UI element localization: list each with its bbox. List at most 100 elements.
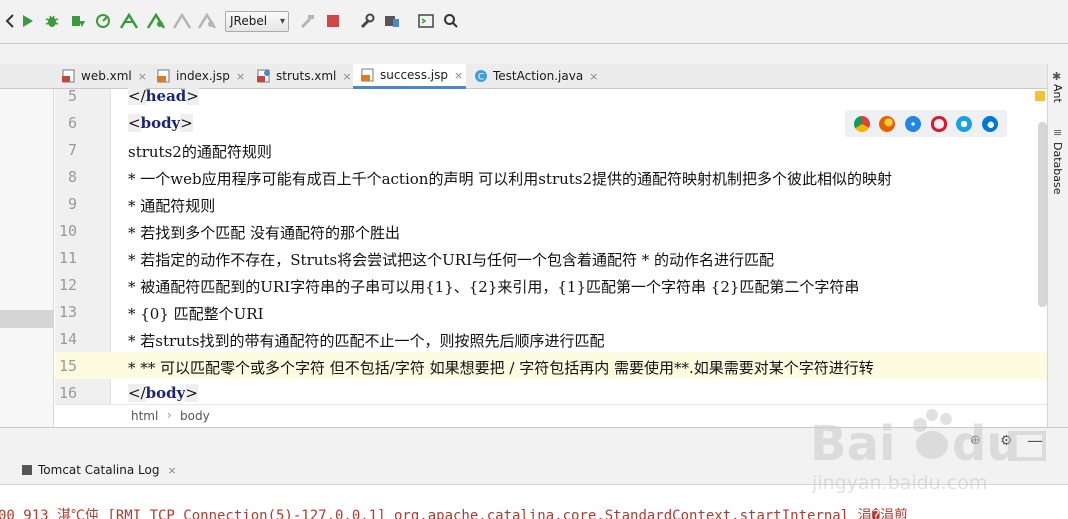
ant-icon: ✱ [1052, 70, 1062, 83]
tag-name: body [145, 384, 186, 402]
line-number: 10 [58, 222, 77, 240]
breadcrumb-item-html[interactable]: html [131, 409, 158, 423]
tag-bracket: > [185, 384, 198, 402]
coverage-icon[interactable] [68, 11, 88, 31]
line-number: 7 [67, 141, 77, 159]
tag-name: body [140, 114, 181, 132]
close-icon[interactable]: × [589, 70, 598, 83]
stop-icon[interactable] [323, 11, 343, 31]
line-number: 8 [67, 168, 77, 186]
vertical-scrollbar[interactable] [1038, 122, 1047, 307]
baidu-jingyan-watermark-icon: Bai du jingyan.baidu.com [810, 409, 1046, 494]
tag-bracket: > [180, 114, 193, 132]
editor-tab-bar: web.xml × index.jsp × struts.xml × succe… [0, 64, 1047, 89]
close-icon[interactable]: × [138, 70, 147, 83]
profiler-icon[interactable] [93, 11, 113, 31]
tab-label: Tomcat Catalina Log [38, 463, 160, 477]
database-icon: ≡ [1053, 126, 1063, 139]
close-icon[interactable]: × [342, 70, 351, 83]
close-icon[interactable]: × [454, 69, 463, 82]
code-line[interactable]: * 通配符规则 [128, 195, 215, 216]
jrebel-run-icon[interactable] [119, 11, 139, 31]
tag-bracket: </ [128, 87, 146, 105]
log-icon [22, 465, 32, 475]
inspection-status-icon[interactable] [1035, 91, 1045, 101]
search-icon[interactable] [441, 11, 461, 31]
debug-icon[interactable] [42, 11, 62, 31]
tab-label: TestAction.java [493, 69, 584, 83]
navigation-bar [0, 44, 1068, 65]
xml-file-icon [62, 69, 76, 83]
right-tool-strip: ✱ Ant ≡ Database [1047, 64, 1068, 427]
svg-text:C: C [478, 73, 484, 83]
project-panel [0, 89, 54, 427]
line-number: 14 [58, 330, 77, 348]
browser-preview-bar [845, 110, 1007, 137]
hammer-disabled-icon [298, 11, 318, 31]
line-number: 11 [58, 249, 77, 267]
tag-name: head [145, 87, 187, 105]
tab-web-xml[interactable]: web.xml × [62, 64, 147, 88]
tab-tomcat-catalina-log[interactable]: Tomcat Catalina Log × [22, 463, 177, 477]
tag-bracket: </ [128, 384, 146, 402]
internet-explorer-icon[interactable] [956, 115, 973, 132]
project-structure-icon[interactable] [382, 11, 402, 31]
tab-label: web.xml [81, 69, 132, 83]
code-line-body-open[interactable]: <body> [128, 114, 193, 132]
line-number: 16 [58, 384, 77, 402]
edge-icon[interactable] [982, 115, 999, 132]
chrome-icon[interactable] [853, 115, 870, 132]
main-toolbar: JRebel ▾ [0, 0, 1068, 44]
code-line[interactable]: * ** 可以匹配零个或多个字符 但不包括/字符 如果想要把 / 字符包括再内 … [128, 357, 874, 378]
run-icon[interactable] [17, 11, 37, 31]
line-number: 15 [58, 357, 77, 375]
struts-file-icon [257, 69, 271, 83]
tag-bracket: < [128, 114, 141, 132]
tab-struts-xml[interactable]: struts.xml × [257, 64, 352, 88]
console-line: 00 913 淇℃伅 [RMI TCP Connection(5)-127.0.… [0, 508, 909, 519]
breadcrumb-separator: › [167, 408, 172, 422]
code-line[interactable]: struts2的通配符规则 [128, 141, 272, 162]
java-class-icon: C [474, 69, 488, 83]
line-number: 9 [67, 195, 77, 213]
jrebel-disabled-debug-icon [197, 11, 217, 31]
tab-index-jsp[interactable]: index.jsp × [157, 64, 245, 88]
code-line[interactable]: * 一个web应用程序可能有成百上千个action的声明 可以利用struts2… [128, 168, 892, 189]
opera-icon[interactable] [930, 115, 947, 132]
svg-text:jingyan.baidu.com: jingyan.baidu.com [811, 472, 987, 494]
jsp-file-icon [361, 68, 375, 82]
jsp-file-icon [157, 69, 171, 83]
database-tool-button[interactable]: Database [1051, 142, 1064, 195]
tab-testaction-java[interactable]: C TestAction.java × [474, 64, 598, 88]
code-line[interactable]: * 若找到多个匹配 没有通配符的那个胜出 [128, 222, 400, 243]
tab-label: success.jsp [380, 68, 448, 82]
code-line[interactable]: * 若struts找到的带有通配符的匹配不止一个，则按照先后顺序进行匹配 [128, 330, 605, 351]
svg-text:Bai: Bai [810, 416, 895, 472]
run-config-select[interactable]: JRebel ▾ [225, 11, 289, 32]
jrebel-debug-icon[interactable] [146, 11, 166, 31]
ant-tool-button[interactable]: Ant [1051, 84, 1064, 103]
chevron-down-icon: ▾ [279, 16, 285, 27]
tab-label: struts.xml [276, 69, 337, 83]
breadcrumb-item-body[interactable]: body [180, 409, 210, 423]
project-tree-selection[interactable] [0, 310, 54, 328]
run-config-label: JRebel [230, 14, 268, 28]
tag-bracket: > [186, 87, 199, 105]
close-icon[interactable]: × [236, 70, 245, 83]
safari-icon[interactable] [905, 115, 922, 132]
tab-success-jsp[interactable]: success.jsp × [353, 64, 466, 89]
code-line[interactable]: * {0} 匹配整个URI [128, 303, 264, 324]
line-number: 5 [67, 87, 77, 105]
firefox-icon[interactable] [879, 115, 896, 132]
line-number: 12 [58, 276, 77, 294]
code-line-body-close[interactable]: </body> [128, 384, 198, 402]
line-number: 6 [67, 114, 77, 132]
code-line[interactable]: * 若指定的动作不存在，Struts将会尝试把这个URI与任何一个包含着通配符 … [128, 249, 774, 270]
code-line[interactable]: * 被通配符匹配到的URI字符串的子串可以用{1}、{2}来引用，{1}匹配第一… [128, 276, 859, 297]
jrebel-disabled-icon [172, 11, 192, 31]
code-line-head-close[interactable]: </head> [128, 87, 199, 105]
close-icon[interactable]: × [167, 464, 176, 477]
terminal-icon[interactable] [416, 11, 436, 31]
tab-label: index.jsp [176, 69, 230, 83]
wrench-icon[interactable] [357, 11, 377, 31]
